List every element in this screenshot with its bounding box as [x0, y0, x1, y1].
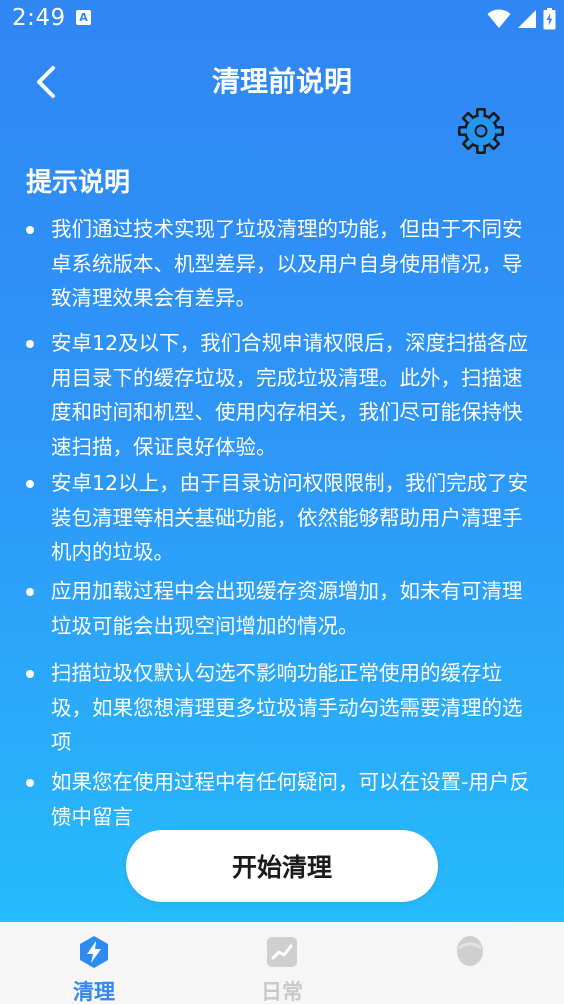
- nav-item-profile[interactable]: [376, 922, 564, 1004]
- bullet-dot: [26, 779, 34, 787]
- cellular-signal-icon: [518, 10, 536, 28]
- settings-button[interactable]: [456, 106, 506, 156]
- nav-item-daily[interactable]: 日常: [188, 922, 376, 1004]
- screen: 2:49 A 清理前说明 提示说明 我们通过技术实现了垃圾清理的功能，但由于不同…: [0, 0, 564, 1004]
- bottom-nav: 清理 日常: [0, 922, 564, 1004]
- bullet-dot: [26, 588, 34, 596]
- notification-a-icon: A: [76, 10, 91, 25]
- profile-icon: [457, 936, 483, 966]
- wifi-icon: [487, 9, 511, 28]
- section-title: 提示说明: [26, 168, 131, 198]
- bullet-dot: [26, 226, 34, 234]
- tip-text: 扫描垃圾仅默认勾选不影响功能正常使用的缓存垃圾，如果您想清理更多垃圾请手动勾选需…: [51, 661, 523, 754]
- battery-charging-icon: [543, 8, 556, 30]
- nav-item-clean[interactable]: 清理: [0, 922, 188, 1004]
- status-icons: [487, 6, 556, 32]
- gear-icon: [458, 108, 504, 154]
- bullet-dot: [26, 670, 34, 678]
- bullet-dot: [26, 480, 34, 488]
- nav-label-clean: 清理: [73, 980, 115, 1004]
- tip-text: 应用加载过程中会出现缓存资源增加，如未有可清理垃圾可能会出现空间增加的情况。: [51, 579, 523, 638]
- tip-text: 我们通过技术实现了垃圾清理的功能，但由于不同安卓系统版本、机型差异，以及用户自身…: [51, 217, 523, 310]
- bullet-dot: [26, 340, 34, 348]
- start-cleaning-button[interactable]: 开始清理: [126, 830, 438, 902]
- nav-label-daily: 日常: [261, 980, 303, 1004]
- status-bar: 2:49 A: [0, 0, 564, 38]
- tip-text: 如果您在使用过程中有任何疑问，可以在设置-用户反馈中留言: [51, 770, 530, 829]
- tip-text: 安卓12及以下，我们合规申请权限后，深度扫描各应用目录下的缓存垃圾，完成垃圾清理…: [51, 331, 529, 459]
- trend-chart-icon: [267, 937, 297, 967]
- status-time: 2:49: [12, 5, 66, 31]
- lightning-bolt-icon: [80, 936, 108, 968]
- tip-text: 安卓12以上，由于目录访问权限限制，我们完成了安装包清理等相关基础功能，依然能够…: [51, 471, 529, 564]
